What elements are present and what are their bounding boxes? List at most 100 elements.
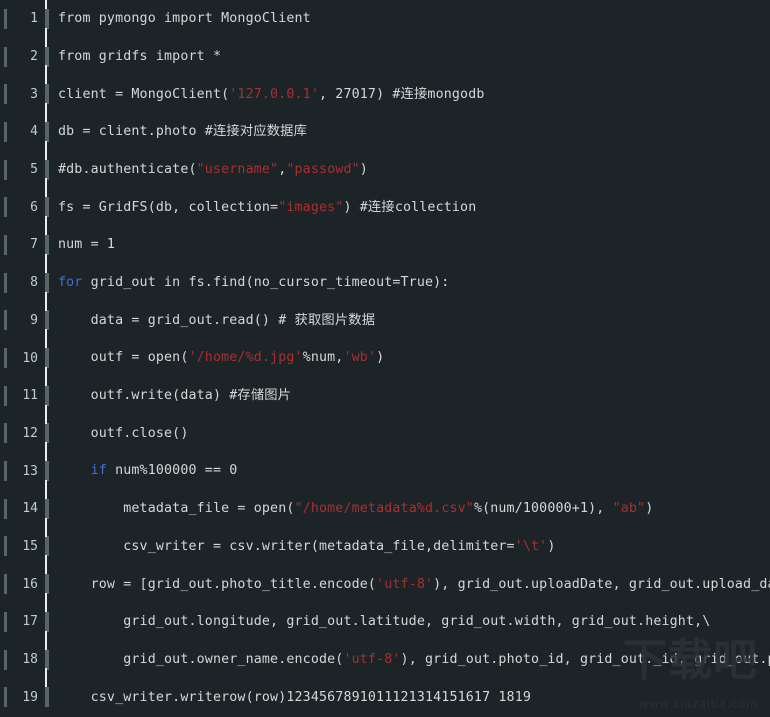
code-text[interactable]: csv_writer = csv.writer(metadata_file,de… (58, 540, 770, 553)
line-number: 17 (22, 614, 38, 630)
gutter-guide-dash-icon (45, 216, 47, 236)
code-text[interactable]: client = MongoClient('127.0.0.1', 27017)… (58, 86, 770, 102)
code-token-txt: data = grid_out.read() # 获取图片数据 (58, 312, 376, 328)
code-line[interactable]: 4 db = client.photo #连接对应数据库 (0, 103, 770, 151)
gutter-mark-right-icon (45, 611, 49, 632)
line-number: 9 (30, 312, 38, 328)
code-token-txt: from pymongo import MongoClient (58, 11, 311, 27)
code-token-txt: outf.write(data) #存储图片 (58, 388, 292, 404)
code-line[interactable]: 19 csv_writer.writerow(row)1234567891011… (0, 668, 770, 716)
code-token-str: '/home/%d.jpg' (188, 350, 303, 366)
code-line[interactable]: 10 outf = open('/home/%d.jpg'%num,'wb') (0, 329, 770, 377)
code-text[interactable]: from gridfs import * (58, 50, 770, 63)
code-line[interactable]: 3 client = MongoClient('127.0.0.1', 27017… (0, 65, 770, 113)
gutter-guide-dash-icon (45, 593, 47, 612)
line-number: 12 (22, 425, 38, 441)
code-line[interactable]: 1 from pymongo import MongoClient (0, 0, 770, 38)
code-line[interactable]: 18 grid_out.owner_name.encode('utf-8'), … (0, 630, 770, 679)
code-token-txt: #db.authenticate( (58, 161, 197, 177)
code-text[interactable]: outf = open('/home/%d.jpg'%num,'wb') (58, 351, 770, 364)
code-text[interactable]: db = client.photo #连接对应数据库 (58, 125, 770, 138)
gutter-guide-dash-icon (45, 630, 47, 650)
gutter-guide-dash-icon (45, 555, 47, 575)
code-line[interactable]: 5 #db.authenticate("username","passowd") (0, 140, 770, 189)
code-line[interactable]: 8 for grid_out in fs.find(no_cursor_timeo… (0, 253, 770, 302)
gutter-mark-right-icon (45, 649, 49, 670)
code-token-txt: num = 1 (58, 237, 116, 253)
code-text[interactable]: from pymongo import MongoClient (58, 12, 770, 25)
code-line[interactable]: 13 if num%100000 == 0 (0, 442, 770, 490)
gutter-mark-right-icon (45, 461, 49, 482)
gutter-mark-right-icon (45, 574, 49, 595)
gutter-guide-dash-icon (45, 291, 47, 311)
gutter-mark-right-icon (45, 46, 49, 67)
code-line[interactable]: 2 from gridfs import * (0, 27, 770, 76)
code-line[interactable]: 16 row = [grid_out.photo_title.encode('u… (0, 555, 770, 603)
code-token-str: "passowd" (286, 161, 360, 177)
code-editor[interactable]: 1 from pymongo import MongoClient 2 from gr… (0, 0, 770, 717)
code-token-txt: from gridfs import * (58, 48, 222, 64)
code-token-kw: for (58, 275, 83, 290)
code-token-txt: %(num/100000+1), (473, 501, 613, 517)
line-number: 15 (22, 538, 38, 554)
code-text[interactable]: csv_writer.writerow(row)1234567891011121… (58, 689, 770, 705)
line-number: 16 (22, 576, 38, 592)
gutter-mark-right-icon (45, 310, 49, 331)
code-line[interactable]: 11 outf.write(data) #存储图片 (0, 366, 770, 415)
code-token-txt: %num, (302, 350, 344, 366)
code-token-txt: fs = GridFS(db, collection= (58, 199, 279, 215)
code-token-txt: db = client.photo #连接对应数据库 (58, 124, 308, 140)
code-text[interactable]: data = grid_out.read() # 获取图片数据 (58, 314, 770, 327)
code-text[interactable]: row = [grid_out.photo_title.encode('utf-… (58, 576, 770, 592)
code-text[interactable]: for grid_out in fs.find(no_cursor_timeou… (58, 276, 770, 289)
gutter-guide-dash-icon (45, 140, 47, 160)
code-line[interactable]: 6 fs = GridFS(db, collection="images") #连… (0, 178, 770, 226)
gutter-guide-dash-icon (45, 479, 47, 499)
gutter-guide-dash-icon (45, 178, 47, 198)
code-token-txt: csv_writer.writerow(row)1234567891011121… (58, 689, 532, 705)
code-line[interactable]: 15 csv_writer = csv.writer(metadata_file… (0, 517, 770, 566)
code-line[interactable]: 9 data = grid_out.read() # 获取图片数据 (0, 291, 770, 340)
gutter-mark-right-icon (45, 121, 49, 142)
code-text[interactable]: num = 1 (58, 238, 770, 251)
code-token-txt: client = MongoClient( (58, 86, 230, 102)
gutter-mark-right-icon (45, 498, 49, 519)
code-token-txt: ) (376, 350, 385, 366)
code-token-txt: ) #连接collection (343, 199, 477, 215)
code-token-txt: metadata_file = open( (58, 501, 295, 517)
gutter-guide-dash-icon (45, 366, 47, 386)
code-text[interactable]: grid_out.owner_name.encode('utf-8'), gri… (58, 653, 770, 666)
gutter-mark-right-icon (45, 8, 49, 29)
code-text[interactable]: if num%100000 == 0 (58, 464, 770, 477)
code-line[interactable]: 7 num = 1 (0, 216, 770, 264)
gutter-mark-right-icon (45, 159, 49, 180)
code-token-str: "/home/metadata%d.csv" (294, 501, 474, 517)
line-number: 8 (30, 275, 38, 291)
code-text[interactable]: outf.close() (58, 427, 770, 440)
code-token-txt: outf.close() (58, 425, 189, 441)
gutter-mark-right-icon (45, 385, 49, 406)
line-number: 1 (30, 11, 38, 27)
gutter-guide-dash-icon (45, 103, 47, 123)
code-token-txt: ), grid_out.uploadDate, grid_out.upload_… (433, 576, 770, 592)
code-text[interactable]: grid_out.longitude, grid_out.latitude, g… (58, 615, 770, 628)
code-text[interactable]: outf.write(data) #存储图片 (58, 389, 770, 402)
line-number: 5 (30, 162, 38, 178)
code-line[interactable]: 12 outf.close() (0, 404, 770, 453)
gutter-guide-dash-icon (45, 404, 47, 424)
code-token-txt: num%100000 == 0 (106, 463, 238, 479)
code-token-txt: row = [grid_out.photo_title.encode( (58, 576, 377, 592)
code-line[interactable]: 17 grid_out.longitude, grid_out.latitude… (0, 593, 770, 641)
gutter-guide-dash-icon (45, 0, 47, 9)
code-token-txt: csv_writer = csv.writer(metadata_file,de… (58, 538, 515, 554)
code-text[interactable]: #db.authenticate("username","passowd") (58, 163, 770, 176)
gutter-guide-dash-icon (45, 442, 47, 462)
line-number: 14 (22, 501, 38, 517)
gutter-guide-dash-icon (45, 253, 47, 273)
line-number: 19 (22, 689, 38, 705)
code-token-str: 'utf-8' (343, 651, 401, 667)
code-text[interactable]: metadata_file = open("/home/metadata%d.c… (58, 502, 770, 515)
code-line[interactable]: 14 metadata_file = open("/home/metadata%… (0, 479, 770, 528)
code-text[interactable]: fs = GridFS(db, collection="images") #连接… (58, 199, 770, 215)
